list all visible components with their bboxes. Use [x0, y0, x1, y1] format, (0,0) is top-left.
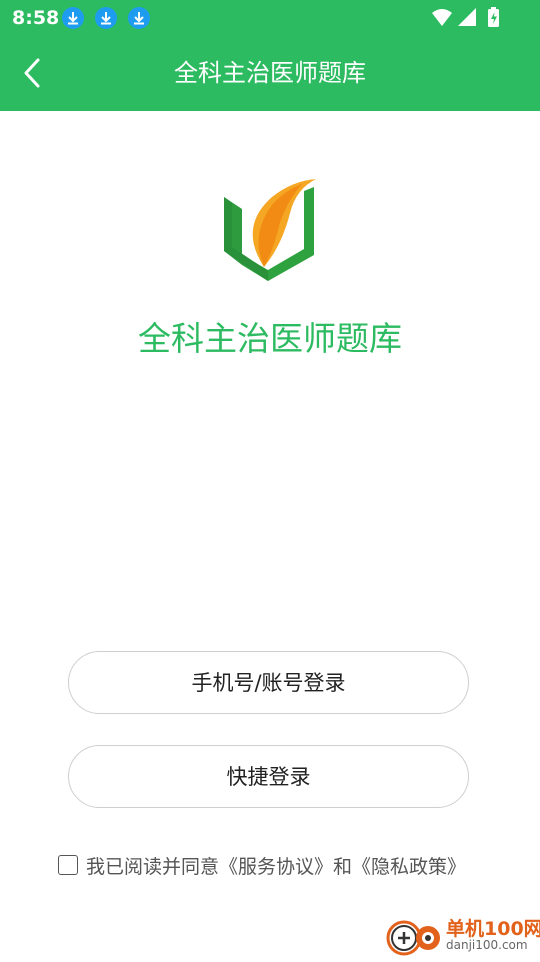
agreement-and: 和 [333, 855, 353, 878]
agreement-checkbox[interactable] [58, 855, 78, 875]
agreement-prefix: 我已阅读并同意 [86, 855, 220, 878]
download-icon [95, 7, 117, 29]
download-icon [128, 7, 150, 29]
page-title: 全科主治医师题库 [174, 59, 366, 87]
battery-charging-icon [488, 7, 499, 27]
service-agreement-link[interactable]: 《服务协议》 [219, 852, 333, 879]
download-icon [62, 7, 84, 29]
signal-icon [458, 8, 476, 26]
phone-account-login-button[interactable]: 手机号/账号登录 [68, 651, 469, 714]
status-time: 8:58 [12, 7, 60, 29]
agreement-row: 我已阅读并同意 《服务协议》 和 《隐私政策》 [58, 852, 466, 878]
wifi-icon [432, 9, 452, 26]
quick-login-button[interactable]: 快捷登录 [68, 745, 469, 808]
app-bar: 全科主治医师题库 [0, 36, 540, 111]
watermark: 单机100网 danji100.com [384, 912, 540, 958]
watermark-title: 单机100网 [446, 918, 540, 940]
app-name: 全科主治医师题库 [138, 319, 402, 358]
book-leaf-logo-icon [220, 175, 320, 285]
watermark-url: danji100.com [446, 938, 528, 952]
watermark-logo-icon [386, 920, 440, 956]
status-bar: 8:58 [0, 0, 540, 36]
privacy-policy-link[interactable]: 《隐私政策》 [352, 852, 466, 879]
status-icons [430, 6, 530, 30]
